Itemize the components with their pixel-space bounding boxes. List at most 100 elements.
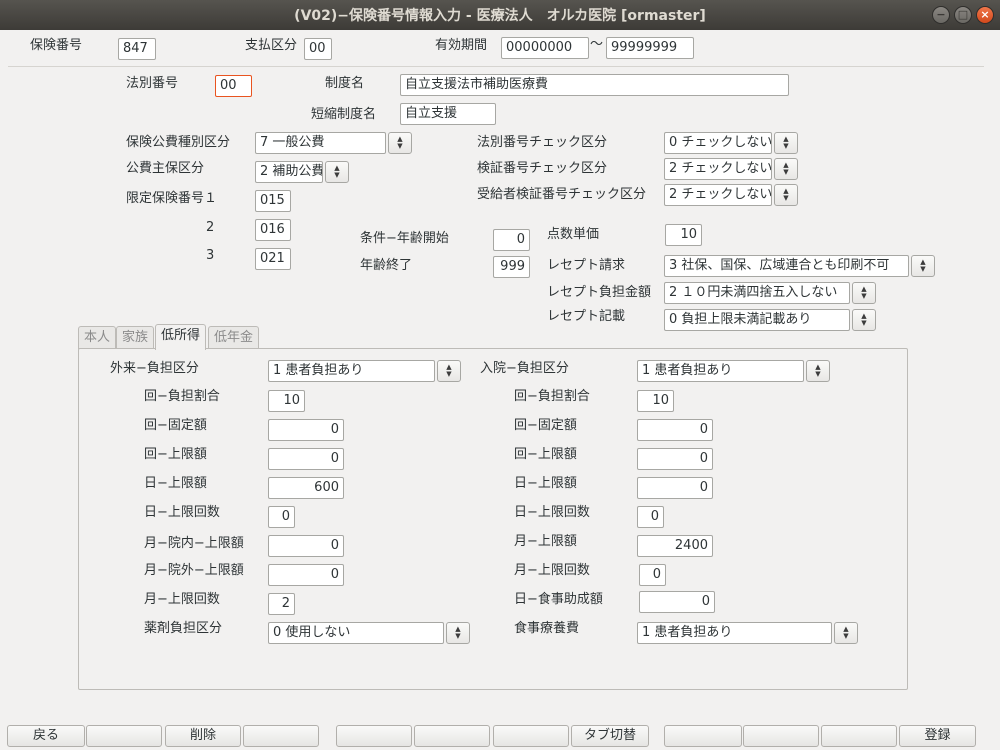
out-daily-limit-field[interactable]: 600 — [268, 477, 344, 499]
in-per-visit-fixed-field[interactable]: 0 — [637, 419, 713, 441]
public-type-combo[interactable]: 7 一般公費 — [255, 132, 386, 154]
out-monthly-inhouse-limit-field[interactable]: 0 — [268, 535, 344, 557]
point-unit-label: 点数単価 — [547, 227, 600, 242]
out-monthly-count-field[interactable]: 2 — [268, 593, 295, 615]
verify-check-label: 検証番号チェック区分 — [477, 161, 608, 176]
payment-class-field[interactable]: 00 — [304, 38, 332, 60]
recipient-check-spinner-icon[interactable]: ▲ ▼ — [774, 184, 798, 206]
short-name-label: 短縮制度名 — [311, 107, 377, 122]
in-daily-limit-field[interactable]: 0 — [637, 477, 713, 499]
in-monthly-limit-field[interactable]: 2400 — [637, 535, 713, 557]
receipt-burden-label: レセプト負担金額 — [547, 285, 652, 300]
outpatient-burden-combo[interactable]: 1 患者負担あり — [268, 360, 435, 382]
recipient-check-label: 受給者検証番号チェック区分 — [477, 187, 647, 202]
law-number-label: 法別番号 — [126, 76, 179, 91]
receipt-record-label: レセプト記載 — [547, 309, 626, 324]
outpatient-burden-label: 外来−負担区分 — [110, 361, 199, 376]
tab-self[interactable]: 本人 — [78, 326, 117, 349]
age-start-field[interactable]: 0 — [493, 229, 530, 251]
in-meal-subsidy-field[interactable]: 0 — [639, 591, 715, 613]
in-per-visit-rate-field[interactable]: 10 — [637, 390, 674, 412]
limited-number-3-label: 3 — [206, 248, 215, 263]
tab-low-pension[interactable]: 低年金 — [208, 326, 260, 349]
age-start-label: 条件−年齢開始 — [360, 231, 449, 246]
limited-number-2-field[interactable]: 016 — [255, 219, 291, 241]
in-monthly-count-field[interactable]: 0 — [639, 564, 666, 586]
valid-period-label: 有効期間 — [435, 38, 488, 53]
delete-button[interactable]: 削除 — [165, 725, 241, 747]
valid-from-field[interactable]: 00000000 — [501, 37, 589, 59]
in-row-label: 日−上限額 — [514, 476, 577, 491]
law-check-combo[interactable]: 0 チェックしない — [664, 132, 772, 154]
out-row-label: 回−上限額 — [144, 447, 207, 462]
insurance-number-field[interactable]: 847 — [118, 38, 156, 60]
public-main-label: 公費主保区分 — [126, 161, 205, 176]
out-per-visit-rate-field[interactable]: 10 — [268, 390, 305, 412]
inpatient-burden-combo[interactable]: 1 患者負担あり — [637, 360, 804, 382]
meal-cost-label: 食事療養費 — [514, 621, 580, 636]
tab-family[interactable]: 家族 — [116, 326, 155, 349]
out-per-visit-limit-field[interactable]: 0 — [268, 448, 344, 470]
public-main-combo[interactable]: 2 補助公費 — [255, 161, 323, 183]
receipt-claim-combo[interactable]: 3 社保、国保、広域連合とも印刷不可 — [664, 255, 909, 277]
f11-button[interactable] — [821, 725, 897, 747]
payment-class-label: 支払区分 — [245, 38, 298, 53]
in-per-visit-limit-field[interactable]: 0 — [637, 448, 713, 470]
age-end-label: 年齢終了 — [360, 258, 413, 273]
in-row-label: 日−上限回数 — [514, 505, 590, 520]
close-icon[interactable]: × — [976, 6, 994, 24]
limited-number-1-field[interactable]: 015 — [255, 190, 291, 212]
short-name-field[interactable]: 自立支援 — [400, 103, 496, 125]
system-name-label: 制度名 — [325, 76, 365, 91]
f9-button[interactable] — [664, 725, 742, 747]
age-end-field[interactable]: 999 — [493, 256, 530, 278]
verify-check-spinner-icon[interactable]: ▲ ▼ — [774, 158, 798, 180]
period-tilde: 〜 — [590, 37, 604, 52]
drug-burden-combo[interactable]: 0 使用しない — [268, 622, 444, 644]
back-button[interactable]: 戻る — [7, 725, 85, 747]
public-type-spinner-icon[interactable]: ▲ ▼ — [388, 132, 412, 154]
outpatient-burden-spinner-icon[interactable]: ▲ ▼ — [437, 360, 461, 382]
out-row-label: 日−上限回数 — [144, 505, 220, 520]
receipt-burden-combo[interactable]: 2 １０円未満四捨五入しない — [664, 282, 850, 304]
out-per-visit-fixed-field[interactable]: 0 — [268, 419, 344, 441]
point-unit-field[interactable]: 10 — [665, 224, 702, 246]
f5-button[interactable] — [336, 725, 412, 747]
in-row-label: 月−上限額 — [514, 534, 577, 549]
out-row-label: 回−固定額 — [144, 418, 207, 433]
meal-cost-spinner-icon[interactable]: ▲ ▼ — [834, 622, 858, 644]
drug-burden-spinner-icon[interactable]: ▲ ▼ — [446, 622, 470, 644]
maximize-icon[interactable]: □ — [954, 6, 972, 24]
law-check-label: 法別番号チェック区分 — [477, 135, 608, 150]
f10-button[interactable] — [743, 725, 819, 747]
tab-switch-button[interactable]: タブ切替 — [571, 725, 649, 747]
minimize-icon[interactable]: − — [932, 6, 950, 24]
receipt-claim-spinner-icon[interactable]: ▲ ▼ — [911, 255, 935, 277]
in-row-label: 回−負担割合 — [514, 389, 590, 404]
verify-check-combo[interactable]: 2 チェックしない — [664, 158, 772, 180]
receipt-record-combo[interactable]: 0 負担上限未満記載あり — [664, 309, 850, 331]
limited-number-3-field[interactable]: 021 — [255, 248, 291, 270]
receipt-burden-spinner-icon[interactable]: ▲ ▼ — [852, 282, 876, 304]
receipt-record-spinner-icon[interactable]: ▲ ▼ — [852, 309, 876, 331]
law-check-spinner-icon[interactable]: ▲ ▼ — [774, 132, 798, 154]
valid-to-field[interactable]: 99999999 — [606, 37, 694, 59]
public-main-spinner-icon[interactable]: ▲ ▼ — [325, 161, 349, 183]
f4-button[interactable] — [243, 725, 319, 747]
meal-cost-combo[interactable]: 1 患者負担あり — [637, 622, 832, 644]
recipient-check-combo[interactable]: 2 チェックしない — [664, 184, 772, 206]
f6-button[interactable] — [414, 725, 490, 747]
inpatient-burden-spinner-icon[interactable]: ▲ ▼ — [806, 360, 830, 382]
in-daily-count-field[interactable]: 0 — [637, 506, 664, 528]
out-row-label: 月−上限回数 — [144, 592, 220, 607]
f7-button[interactable] — [493, 725, 569, 747]
limited-number-2-label: 2 — [206, 220, 215, 235]
in-row-label: 回−上限額 — [514, 447, 577, 462]
out-monthly-outside-limit-field[interactable]: 0 — [268, 564, 344, 586]
register-button[interactable]: 登録 — [899, 725, 976, 747]
tab-low-income[interactable]: 低所得 — [155, 324, 207, 350]
system-name-field[interactable]: 自立支援法市補助医療費 — [400, 74, 789, 96]
f2-button[interactable] — [86, 725, 162, 747]
out-daily-count-field[interactable]: 0 — [268, 506, 295, 528]
law-number-field[interactable]: 00 — [215, 75, 252, 97]
